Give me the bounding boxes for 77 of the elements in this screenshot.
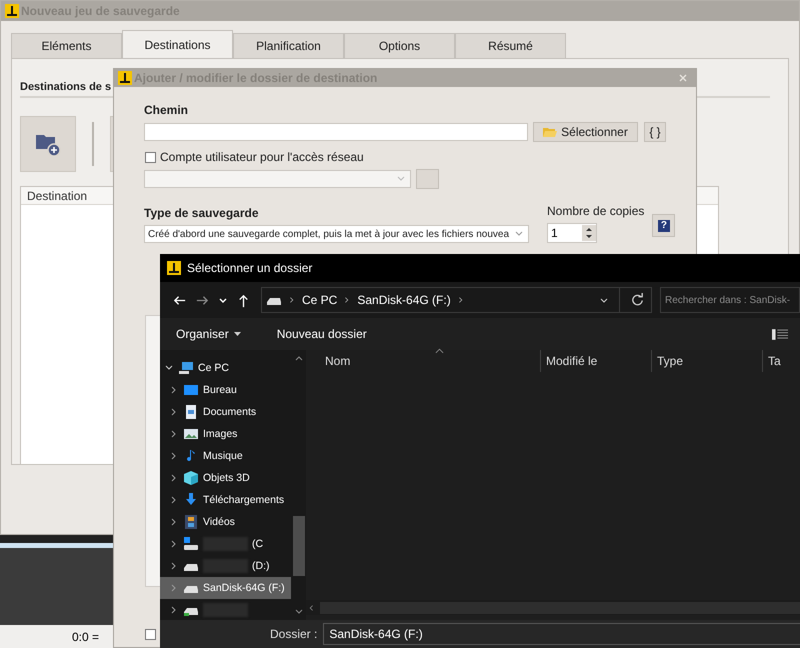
tree-item[interactable]: Vidéos bbox=[160, 511, 291, 533]
checkbox[interactable] bbox=[145, 152, 156, 162]
dialog-title: Sélectionner un dossier bbox=[187, 261, 312, 275]
scroll-down-icon[interactable] bbox=[294, 608, 304, 616]
tree-item-label: Ce PC bbox=[198, 362, 229, 374]
tree-item-label: (C bbox=[252, 538, 264, 550]
tab[interactable]: Planification bbox=[233, 33, 344, 58]
status-text: 0:0 = bbox=[72, 630, 99, 644]
picture-icon bbox=[183, 427, 199, 441]
path-label: Chemin bbox=[144, 103, 190, 117]
tree-item-label: Musique bbox=[203, 450, 243, 462]
folder-plus-icon bbox=[35, 132, 61, 156]
search-field[interactable]: Rechercher dans : SanDisk- bbox=[660, 287, 800, 313]
tree-item-label: Bureau bbox=[203, 384, 237, 396]
folder-field[interactable]: SanDisk-64G (F:) bbox=[323, 623, 800, 645]
checkbox-label: Compte utilisateur pour l'accès réseau bbox=[160, 150, 364, 164]
drive-icon bbox=[183, 537, 199, 551]
tree-item[interactable]: Ce PC bbox=[160, 357, 291, 379]
folder-label: Dossier : bbox=[270, 627, 318, 641]
scrollbar-thumb[interactable] bbox=[292, 516, 304, 576]
backup-type-label: Type de sauvegarde bbox=[144, 206, 260, 220]
select-button[interactable]: Sélectionner bbox=[533, 122, 638, 142]
tree-item-label: Objets 3D bbox=[203, 472, 250, 484]
help-button[interactable]: ? bbox=[652, 214, 676, 237]
tree-item-label: Vidéos bbox=[203, 516, 235, 528]
column-header[interactable]: Ta bbox=[763, 350, 800, 372]
variables-button[interactable]: { } bbox=[644, 122, 666, 142]
column-header[interactable]: Type bbox=[652, 350, 763, 372]
tree-item[interactable]: Images bbox=[160, 423, 291, 445]
download-arrow-icon bbox=[183, 493, 199, 507]
dropdown-arrow-icon bbox=[234, 332, 241, 336]
copies-spinbox[interactable]: 1 bbox=[547, 223, 597, 243]
document-icon bbox=[183, 405, 199, 419]
app-logo-icon bbox=[167, 261, 181, 275]
tree-item-label: Images bbox=[203, 428, 238, 440]
tree-item[interactable]: Documents bbox=[160, 401, 291, 423]
tree-item-label: Documents bbox=[203, 406, 256, 418]
tab[interactable]: Options bbox=[344, 33, 455, 58]
breadcrumb-item[interactable]: Ce PC bbox=[302, 293, 338, 307]
organize-button[interactable]: Organiser bbox=[170, 327, 247, 341]
tab[interactable]: Eléments bbox=[11, 33, 122, 58]
tree-item-label: SanDisk-64G (F:) bbox=[203, 582, 285, 594]
address-bar[interactable]: Ce PC SanDisk-64G (F:) bbox=[261, 287, 652, 313]
checkbox[interactable] bbox=[145, 629, 156, 640]
scroll-up-icon[interactable] bbox=[294, 354, 304, 362]
section-heading: Destinations de s bbox=[20, 81, 112, 93]
tree-item-label: Téléchargements bbox=[203, 494, 284, 506]
tree-item[interactable]: Téléchargements bbox=[160, 489, 291, 511]
tree-item[interactable]: Bureau bbox=[160, 379, 291, 401]
chevron-icon bbox=[288, 296, 296, 304]
column-header[interactable]: Modifié le bbox=[541, 350, 652, 372]
chevron-icon[interactable] bbox=[456, 296, 465, 304]
new-folder-button[interactable]: Nouveau dossier bbox=[270, 327, 373, 341]
add-folder-button[interactable] bbox=[20, 116, 76, 172]
tab[interactable]: Destinations bbox=[122, 30, 233, 58]
app-logo-icon bbox=[5, 4, 19, 18]
tree-item[interactable]: (C bbox=[160, 533, 291, 555]
breadcrumb-item[interactable]: SanDisk-64G (F:) bbox=[357, 293, 451, 307]
tree-item[interactable]: (D:) bbox=[160, 555, 291, 577]
cube-icon bbox=[183, 471, 199, 485]
tree-item-label: (D:) bbox=[252, 560, 270, 572]
backup-type-dropdown[interactable]: Créé d'abord une sauvegarde complet, puis la met à jour avec les fichiers nouvea bbox=[144, 225, 529, 243]
refresh-icon[interactable] bbox=[630, 292, 645, 308]
tree-item[interactable]: Musique bbox=[160, 445, 291, 467]
spinner-arrows-icon bbox=[582, 225, 596, 241]
path-field[interactable] bbox=[144, 123, 528, 141]
desktop-icon bbox=[183, 383, 199, 397]
tree-item[interactable]: SanDisk-64G (F:) bbox=[160, 577, 291, 599]
copies-label: Nombre de copies bbox=[547, 204, 644, 218]
details-view-icon[interactable] bbox=[772, 328, 788, 340]
column-header[interactable]: Nom bbox=[306, 350, 541, 372]
folder-icon bbox=[543, 126, 558, 138]
film-icon bbox=[183, 515, 199, 529]
tab[interactable]: Résumé bbox=[455, 33, 566, 58]
tree-item[interactable]: Objets 3D bbox=[160, 467, 291, 489]
app-logo-icon bbox=[118, 71, 132, 85]
computer-icon bbox=[178, 361, 194, 375]
